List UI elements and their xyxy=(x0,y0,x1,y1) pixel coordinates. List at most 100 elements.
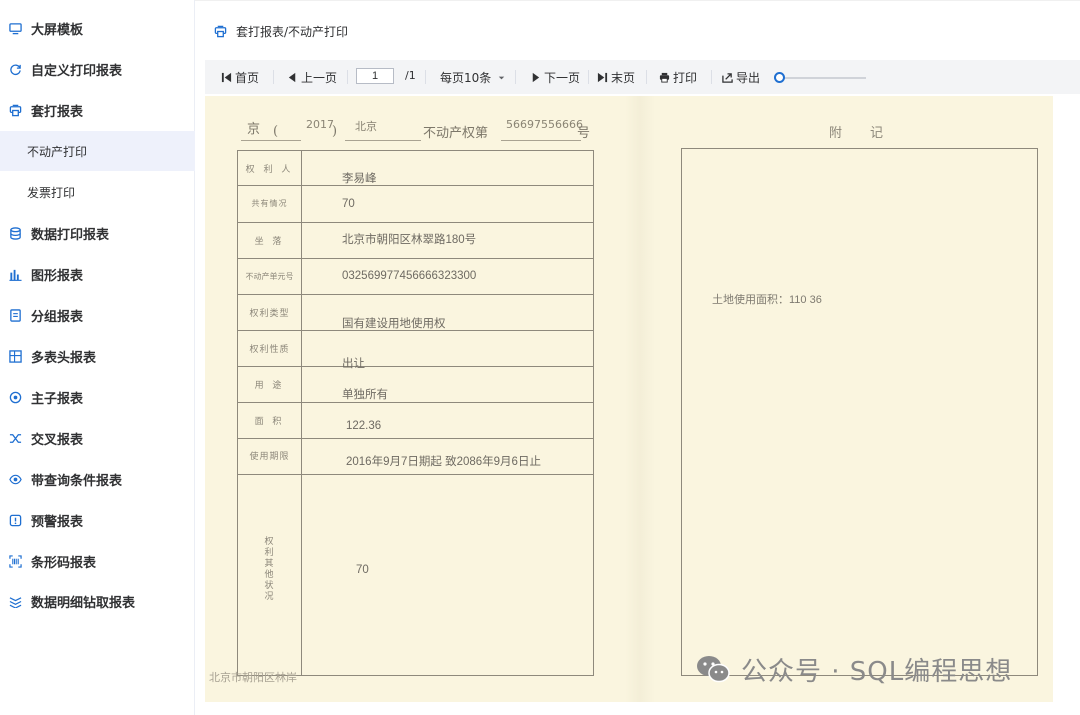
underline xyxy=(345,140,421,141)
barcode-icon xyxy=(8,554,22,568)
print-button[interactable]: 打印 xyxy=(651,67,705,87)
shuffle-icon xyxy=(8,431,22,445)
cert-year: 2017 xyxy=(306,118,334,131)
prev-page-button[interactable]: 上一页 xyxy=(279,67,345,87)
header-divider xyxy=(195,0,1080,1)
notes-title: 附记 xyxy=(829,126,912,141)
sidebar-item-multi-header[interactable]: 多表头报表 xyxy=(0,336,195,376)
print-preview: 京 ( 2017 ) 北京 不动产权第 56697556666 号 权 利 人 … xyxy=(205,96,1053,702)
sidebar-item-barcode-report[interactable]: 条形码报表 xyxy=(0,541,195,581)
first-page-label: 首页 xyxy=(235,70,260,85)
first-page-button[interactable]: 首页 xyxy=(213,67,267,87)
zoom-slider-track[interactable] xyxy=(774,77,866,79)
sidebar-item-label: 数据明细钻取报表 xyxy=(31,595,136,611)
sidebar-item-label: 图形报表 xyxy=(31,268,84,284)
next-page-icon xyxy=(530,72,541,83)
footer-address: 北京市朝阳区林岸 xyxy=(209,671,297,684)
sidebar-item-custom-print[interactable]: 自定义打印报表 xyxy=(0,49,195,89)
sidebar: 大屏模板 自定义打印报表 套打报表 不动产打印 发票打印 数据打印报表 图形报表… xyxy=(0,0,195,715)
sidebar-item-label: 多表头报表 xyxy=(31,350,97,366)
sidebar-subitem-label: 不动产打印 xyxy=(27,144,88,159)
sidebar-item-label: 预警报表 xyxy=(31,514,84,530)
next-page-button[interactable]: 下一页 xyxy=(522,67,588,87)
export-button[interactable]: 导出 xyxy=(714,67,768,87)
breadcrumb: 套打报表/不动产打印 xyxy=(214,22,348,40)
zoom-slider-handle[interactable] xyxy=(774,72,785,83)
table-value: 北京市朝阳区林翠路180号 xyxy=(342,234,477,246)
cert-suffix: 号 xyxy=(577,126,591,141)
sidebar-item-data-print[interactable]: 数据打印报表 xyxy=(0,213,195,253)
breadcrumb-text: 套打报表/不动产打印 xyxy=(236,24,349,39)
eye-icon xyxy=(8,472,22,486)
cert-city: 北京 xyxy=(355,120,377,133)
table-label: 使用期限 xyxy=(249,452,290,462)
sidebar-item-label: 分组报表 xyxy=(31,309,84,325)
table-row-line xyxy=(238,474,593,475)
bar-chart-icon xyxy=(8,267,22,281)
notes-content: 土地使用面积：110 36 xyxy=(712,294,822,306)
print-label: 打印 xyxy=(673,70,698,85)
cert-number: 56697556666 xyxy=(506,118,583,131)
export-icon xyxy=(722,72,733,83)
export-label: 导出 xyxy=(736,70,761,85)
table-label: 共有情况 xyxy=(251,199,288,208)
sidebar-item-master-detail[interactable]: 主子报表 xyxy=(0,377,195,417)
wechat-icon xyxy=(697,656,730,683)
grid-icon xyxy=(8,349,22,363)
report-toolbar: 首页 上一页 /1 每页10条 下一页 末页 打印 导出 xyxy=(205,60,1080,94)
sidebar-item-label: 条形码报表 xyxy=(31,555,97,571)
toolbar-divider xyxy=(425,70,426,84)
cert-prefix: 京 xyxy=(247,122,261,137)
page-total: /1 xyxy=(405,69,416,82)
layers-icon xyxy=(8,594,22,608)
cert-paren-open: ( xyxy=(273,124,279,139)
sidebar-item-cross-report[interactable]: 交叉报表 xyxy=(0,418,195,458)
table-label: 坐 落 xyxy=(254,237,285,247)
sidebar-item-label: 带查询条件报表 xyxy=(31,473,123,489)
table-row-line xyxy=(238,258,593,259)
other-status-value: 70 xyxy=(356,564,369,576)
sidebar-item-label: 主子报表 xyxy=(31,391,84,407)
prev-page-icon xyxy=(287,72,298,83)
table-label: 权利类型 xyxy=(249,309,290,319)
table-label: 面 积 xyxy=(254,417,285,427)
table-value: 出让 xyxy=(342,358,365,370)
page-number-input[interactable] xyxy=(356,68,394,84)
sidebar-item-chart-report[interactable]: 图形报表 xyxy=(0,254,195,294)
toolbar-divider xyxy=(646,70,647,84)
table-value: 70 xyxy=(342,198,355,210)
table-value: 国有建设用地使用权 xyxy=(342,318,446,330)
sidebar-item-label: 自定义打印报表 xyxy=(31,63,123,79)
sidebar-item-screen-template[interactable]: 大屏模板 xyxy=(0,8,195,48)
watermark: 公众号 · SQL编程思想 xyxy=(695,652,1013,687)
table-value: 单独所有 xyxy=(342,389,388,401)
badge-icon xyxy=(8,390,22,404)
page-fold xyxy=(625,96,655,702)
sidebar-subitem-invoice-print[interactable]: 发票打印 xyxy=(0,172,195,212)
notes-box: 土地使用面积：110 36 xyxy=(681,148,1038,676)
sidebar-item-alert-report[interactable]: 预警报表 xyxy=(0,500,195,540)
page-size-select[interactable]: 每页10条 xyxy=(432,67,518,87)
sidebar-subitem-property-print[interactable]: 不动产打印 xyxy=(0,131,195,171)
chevron-down-icon xyxy=(496,72,507,83)
last-page-button[interactable]: 末页 xyxy=(589,67,643,87)
table-row-line xyxy=(238,185,593,186)
sidebar-item-drilldown-report[interactable]: 数据明细钻取报表 xyxy=(0,581,195,621)
sidebar-item-overlay-print[interactable]: 套打报表 xyxy=(0,90,195,130)
alert-icon xyxy=(8,513,22,527)
sidebar-item-label: 套打报表 xyxy=(31,104,84,120)
last-page-label: 末页 xyxy=(611,70,636,85)
cert-title: 不动产权第 xyxy=(423,126,489,141)
sidebar-item-query-report[interactable]: 带查询条件报表 xyxy=(0,459,195,499)
prev-page-label: 上一页 xyxy=(301,70,338,85)
table-label: 权利性质 xyxy=(249,345,290,355)
table-value: 2016年9月7日期起 致2086年9月6日止 xyxy=(346,456,541,468)
last-page-icon xyxy=(597,72,608,83)
sidebar-item-label: 大屏模板 xyxy=(31,22,84,38)
sidebar-item-group-report[interactable]: 分组报表 xyxy=(0,295,195,335)
table-value: 李易峰 xyxy=(342,173,377,185)
watermark-text: 公众号 · SQL编程思想 xyxy=(741,656,1013,687)
table-label: 用 途 xyxy=(254,381,285,391)
toolbar-divider xyxy=(515,70,516,84)
table-row-line xyxy=(238,294,593,295)
